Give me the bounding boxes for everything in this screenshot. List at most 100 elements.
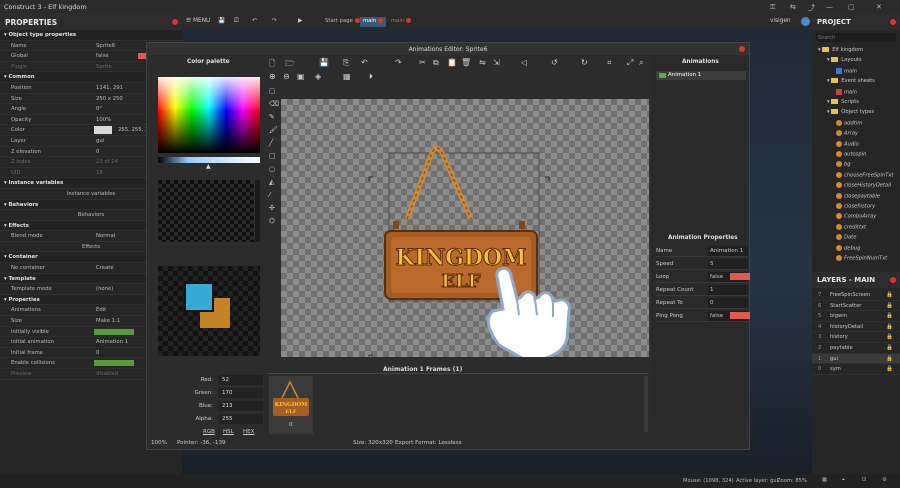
- swatch-grid[interactable]: [158, 180, 254, 242]
- toggle-off[interactable]: [730, 273, 750, 280]
- new-icon[interactable]: 🗋: [269, 58, 275, 72]
- project-tree-item[interactable]: autospin: [836, 151, 866, 158]
- lock-icon[interactable]: 🔒: [886, 313, 893, 319]
- open-icon[interactable]: 🗁: [285, 58, 295, 72]
- share-icon[interactable]: ⇆: [790, 3, 796, 11]
- settings-icon[interactable]: ⚙: [882, 477, 887, 483]
- lock-icon[interactable]: 🔒: [886, 334, 893, 340]
- snap-icon[interactable]: ⌖: [842, 477, 845, 484]
- caret-down-icon[interactable]: ▾: [827, 99, 830, 105]
- lock-icon[interactable]: 🔒: [886, 324, 893, 330]
- project-tree-item[interactable]: main: [836, 67, 857, 74]
- project-close-icon[interactable]: [890, 19, 896, 25]
- animation-property-row[interactable]: Loop false: [656, 271, 750, 283]
- clipboard-icon[interactable]: 📋: [447, 58, 457, 67]
- animation-property-row[interactable]: Repeat Count 1: [656, 284, 750, 296]
- resize-icon[interactable]: ⇲: [493, 58, 500, 67]
- toggle-off[interactable]: [730, 312, 750, 319]
- undo-icon[interactable]: ↶: [361, 58, 368, 67]
- key-icon[interactable]: ⚿: [770, 3, 775, 12]
- mode-hsl[interactable]: HSL: [223, 429, 234, 435]
- mirror-icon[interactable]: ◁: [521, 58, 527, 67]
- zoom-fit-icon[interactable]: ⌕: [639, 58, 643, 68]
- lock-icon[interactable]: 🔒: [886, 292, 893, 298]
- layer-row[interactable]: 1 gui 🔒: [812, 353, 900, 365]
- frames-scrollbar[interactable]: [644, 376, 648, 432]
- tab-main-layout[interactable]: main: [360, 17, 387, 27]
- project-tree-item[interactable]: Date: [836, 234, 856, 241]
- swatch-scrollbar[interactable]: [255, 180, 260, 242]
- layer-row[interactable]: 2 paytable 🔒: [812, 343, 900, 354]
- editor-close-icon[interactable]: [739, 46, 745, 52]
- project-tree-item[interactable]: closeHistoryDetail: [836, 182, 891, 189]
- menu-button[interactable]: ☰ MENU: [186, 18, 210, 24]
- rgb-value-field[interactable]: 213: [219, 401, 263, 411]
- toggle-off[interactable]: [138, 53, 146, 60]
- line-icon[interactable]: ╱: [269, 139, 273, 147]
- caret-down-icon[interactable]: ▾: [827, 109, 830, 115]
- color-swatch[interactable]: [94, 126, 112, 135]
- animation-item[interactable]: Animation 1: [656, 71, 746, 80]
- lock-icon[interactable]: 🔒: [886, 356, 893, 362]
- caret-down-icon[interactable]: ▾: [827, 78, 830, 84]
- brush-icon[interactable]: 🖌: [269, 126, 278, 134]
- project-tree-item[interactable]: ▾ Elf kingdom: [818, 47, 863, 53]
- delete-icon[interactable]: 🗑: [461, 58, 471, 67]
- rgb-value-field[interactable]: 52: [219, 375, 263, 385]
- copy-icon[interactable]: ⧉: [433, 58, 439, 68]
- export-icon[interactable]: ⤴: [808, 3, 815, 13]
- mode-rgb[interactable]: RGB: [203, 429, 215, 435]
- color-picker-field[interactable]: [158, 77, 260, 153]
- zoom-out-icon[interactable]: ⊖: [283, 72, 290, 81]
- animation-property-row[interactable]: Repeat To 0: [656, 297, 750, 309]
- animation-property-row[interactable]: Name Animation 1: [656, 245, 750, 257]
- eyedropper-icon[interactable]: ⁄: [269, 191, 270, 199]
- project-tree-item[interactable]: ComboArray: [836, 213, 876, 220]
- project-tree-item[interactable]: ▾ Layouts: [827, 57, 862, 63]
- project-tree-item[interactable]: FreeSpinNumTxt: [836, 255, 887, 262]
- expand-icon[interactable]: ⤢: [627, 58, 633, 68]
- crop-icon[interactable]: ⌗: [607, 58, 612, 68]
- toggle-on[interactable]: [94, 328, 134, 335]
- avatar[interactable]: [801, 17, 810, 26]
- project-tree-item[interactable]: credittxt: [836, 223, 866, 230]
- caret-down-icon[interactable]: ▾: [827, 57, 830, 63]
- rectangle-icon[interactable]: □: [269, 152, 276, 160]
- project-tree-item[interactable]: closepaytable: [836, 192, 880, 199]
- lock-icon[interactable]: 🔒: [886, 366, 893, 372]
- project-tree-item[interactable]: ▾ Object types: [827, 109, 874, 115]
- layers-close-icon[interactable]: [890, 277, 896, 283]
- minimize-icon[interactable]: —: [826, 3, 833, 11]
- preview-icon[interactable]: ⎚: [234, 18, 239, 25]
- maximize-icon[interactable]: ▢: [848, 3, 855, 11]
- flip-icon[interactable]: ⇋: [479, 58, 486, 67]
- layer-row[interactable]: 6 StartScatter 🔒: [812, 301, 900, 312]
- image-points-icon[interactable]: ⌬: [269, 217, 275, 225]
- rgb-value-field[interactable]: 255: [219, 414, 263, 424]
- properties-close-icon[interactable]: [172, 19, 178, 25]
- grid-icon[interactable]: ▦: [343, 72, 351, 81]
- tab-close-icon[interactable]: [406, 18, 412, 23]
- properties-section[interactable]: ▾ Object type properties: [0, 30, 182, 41]
- image-icon[interactable]: ▣: [297, 72, 305, 81]
- save-icon[interactable]: 💾: [319, 58, 329, 67]
- close-icon[interactable]: ✕: [876, 3, 882, 11]
- layer-row[interactable]: 4 historyDetail 🔒: [812, 322, 900, 333]
- rotate-ccw-icon[interactable]: ↺: [551, 58, 558, 67]
- caret-down-icon[interactable]: ▾: [818, 47, 821, 53]
- save-icon[interactable]: 💾: [218, 18, 225, 24]
- layer-row[interactable]: 5 bigwin 🔒: [812, 311, 900, 322]
- pencil-icon[interactable]: ✎: [269, 113, 275, 121]
- layers-icon[interactable]: ◈: [315, 72, 321, 81]
- project-tree-item[interactable]: addtim: [836, 119, 862, 126]
- cut-icon[interactable]: ✂: [419, 58, 426, 67]
- animation-property-value[interactable]: Animation 1: [708, 246, 748, 256]
- project-tree-item[interactable]: Audio: [836, 140, 859, 147]
- layer-lock-icon[interactable]: ⊡: [862, 477, 866, 483]
- project-tree-item[interactable]: ▾ Scripts: [827, 99, 859, 105]
- project-tree-item[interactable]: closehistory: [836, 203, 875, 210]
- image-canvas[interactable]: KINGDOM ELF: [281, 99, 649, 363]
- tab-main-events[interactable]: main: [388, 17, 414, 27]
- animation-property-value[interactable]: 1: [708, 285, 748, 295]
- rotate-cw-icon[interactable]: ↻: [581, 58, 588, 67]
